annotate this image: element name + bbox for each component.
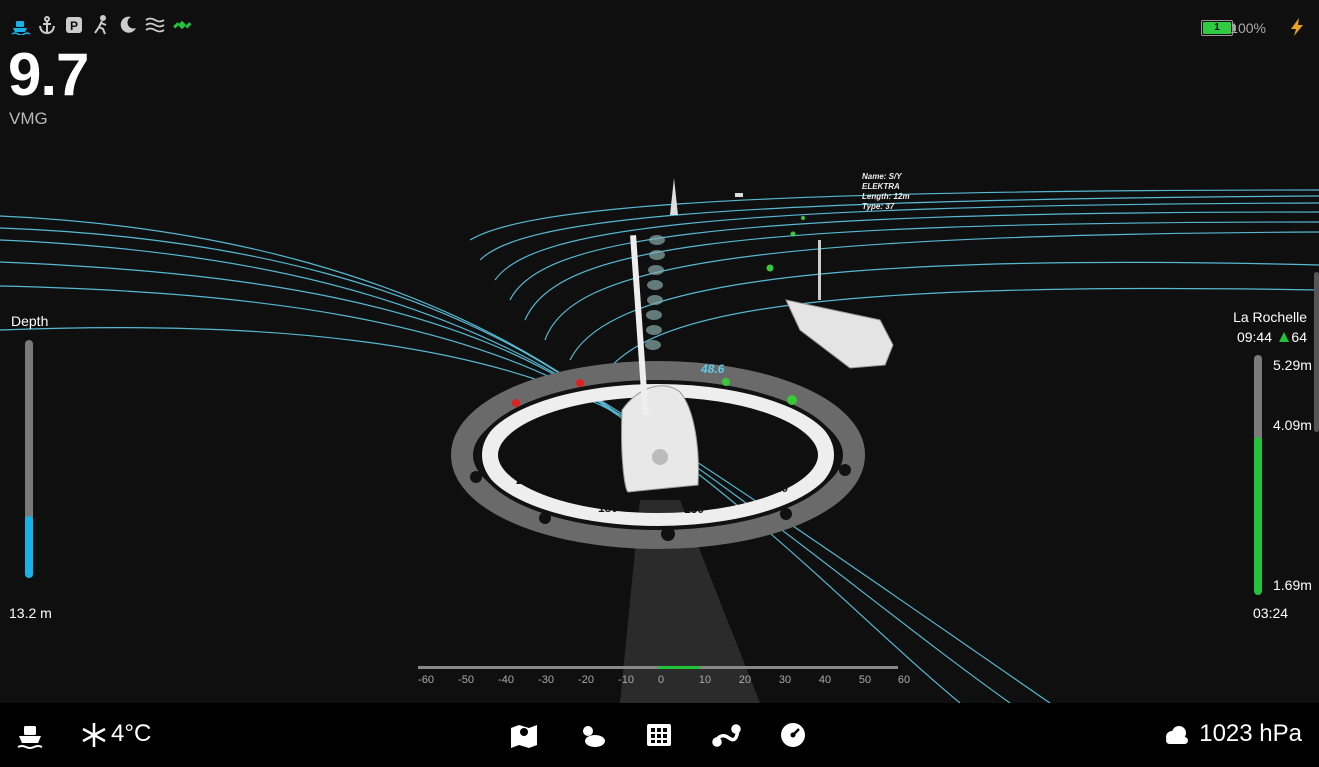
cloud-icon <box>1161 720 1191 750</box>
heel-tick-label: 60 <box>897 674 911 686</box>
parking-icon[interactable]: P <box>64 15 84 35</box>
side-scroll-handle[interactable] <box>1314 272 1319 432</box>
heel-tick-label: -20 <box>578 674 594 686</box>
tide-place[interactable]: La Rochelle <box>1233 309 1307 325</box>
heel-scale-indicator <box>658 666 700 669</box>
tide-gauge[interactable] <box>1254 355 1262 595</box>
vessel-name: ELEKTRA <box>862 182 900 191</box>
grid-icon[interactable] <box>644 720 674 750</box>
heel-tick-label: -30 <box>538 674 554 686</box>
pressure-value[interactable]: 1023 hPa <box>1199 720 1302 748</box>
heel-tick-label: 40 <box>818 674 832 686</box>
distant-sailboats <box>670 178 743 215</box>
depth-gauge-fill <box>25 516 33 578</box>
vessel-name-label: Name: S/Y <box>862 172 902 181</box>
vmg-value[interactable]: 9.7 <box>8 40 89 109</box>
charging-icon <box>1291 18 1303 36</box>
anchor-icon[interactable] <box>37 15 57 35</box>
heel-tick-label: 20 <box>738 674 752 686</box>
battery-percent: 100% <box>1230 20 1266 36</box>
vessel-type: Type: 37 <box>862 202 895 211</box>
wind-angle-label: 48.6 <box>700 362 725 376</box>
map-icon[interactable] <box>509 720 539 750</box>
svg-text:150: 150 <box>684 502 704 516</box>
tide-low-time: 03:24 <box>1253 605 1289 621</box>
tide-low: 1.69m <box>1273 577 1312 593</box>
battery-icon: 1 <box>1201 20 1233 36</box>
snowflake-icon[interactable] <box>79 720 109 750</box>
boat-mode-icon[interactable] <box>15 720 45 750</box>
scene-3d[interactable]: 180 150 210 120 48.6 <box>0 0 1319 703</box>
svg-text:210: 210 <box>516 473 536 487</box>
tide-time: 09:44 <box>1236 329 1272 345</box>
other-vessel <box>766 216 894 369</box>
depth-value: 13.2 m <box>9 605 52 621</box>
vmg-label: VMG <box>9 109 48 128</box>
moon-icon[interactable] <box>118 15 138 35</box>
svg-text:P: P <box>70 19 78 33</box>
weather-icon[interactable] <box>577 720 607 750</box>
depth-gauge[interactable] <box>25 340 33 578</box>
status-icons: P <box>10 15 192 35</box>
heel-tick-label: -50 <box>458 674 474 686</box>
satellite-icon[interactable] <box>172 15 192 35</box>
heel-tick-label: -10 <box>618 674 634 686</box>
heel-tick-label: 50 <box>858 674 872 686</box>
heel-tick-label: -60 <box>418 674 434 686</box>
tide-gauge-fill <box>1254 436 1262 595</box>
tide-high: 5.29m <box>1273 357 1312 373</box>
route-icon[interactable] <box>711 720 741 750</box>
heel-tick-label: 0 <box>657 674 665 686</box>
tide-rising-icon <box>1279 332 1289 342</box>
heel-tick-label: -40 <box>498 674 514 686</box>
heel-tick-label: 10 <box>698 674 712 686</box>
tide-coefficient: 64 <box>1291 329 1307 345</box>
battery-level: 1 <box>1203 22 1231 34</box>
svg-text:180: 180 <box>598 501 618 515</box>
temperature-value[interactable]: 4°C <box>111 720 151 748</box>
waves-icon[interactable] <box>145 15 165 35</box>
depth-label: Depth <box>11 313 49 329</box>
vessel-length: Length: 12m <box>862 192 910 201</box>
heel-tick-label: 30 <box>778 674 792 686</box>
tide-current: 4.09m <box>1273 417 1312 433</box>
vessel-info-label[interactable]: Name: S/Y ELEKTRA Length: 12m Type: 37 <box>862 172 910 212</box>
svg-text:120: 120 <box>768 481 788 495</box>
person-overboard-icon[interactable] <box>91 15 111 35</box>
dashboard-icon[interactable] <box>778 720 808 750</box>
boat-icon[interactable] <box>10 15 30 35</box>
